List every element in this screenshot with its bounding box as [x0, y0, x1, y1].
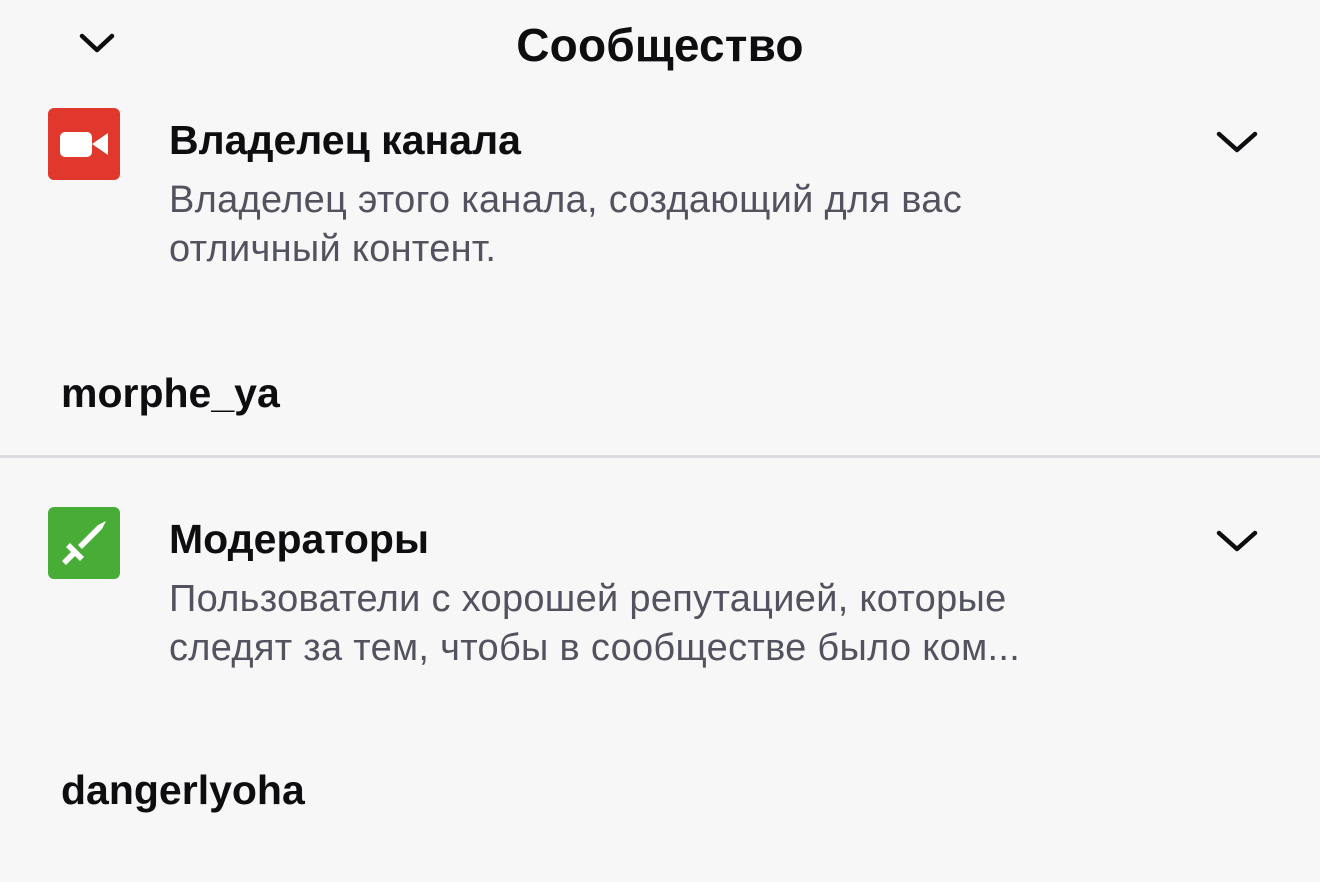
role-description: Владелец этого канала, создающий для вас… — [169, 176, 1179, 274]
member-item[interactable]: morphe_ya — [61, 370, 280, 417]
role-description-line: следят за тем, чтобы в сообществе было к… — [169, 627, 1021, 669]
role-description-line: Пользователи с хорошей репутацией, котор… — [169, 578, 1007, 620]
expand-role-button[interactable] — [1206, 517, 1268, 565]
community-panel: Сообщество Владелец канала Владелец этог… — [0, 0, 1320, 882]
role-description: Пользователи с хорошей репутацией, котор… — [169, 575, 1179, 673]
page-title: Сообщество — [516, 19, 804, 71]
role-name: Модераторы — [169, 516, 429, 562]
expand-role-button[interactable] — [1206, 118, 1268, 166]
sword-icon — [48, 507, 120, 579]
member-item[interactable]: dangerlyoha — [61, 767, 305, 814]
header: Сообщество — [0, 0, 1320, 92]
role-name: Владелец канала — [169, 117, 521, 163]
role-description-line: Владелец этого канала, создающий для вас — [169, 179, 963, 221]
chevron-down-icon — [1216, 530, 1258, 552]
role-description-line: отличный контент. — [169, 228, 497, 270]
divider — [0, 455, 1320, 458]
video-camera-icon — [48, 108, 120, 180]
chevron-down-icon — [1216, 131, 1258, 153]
